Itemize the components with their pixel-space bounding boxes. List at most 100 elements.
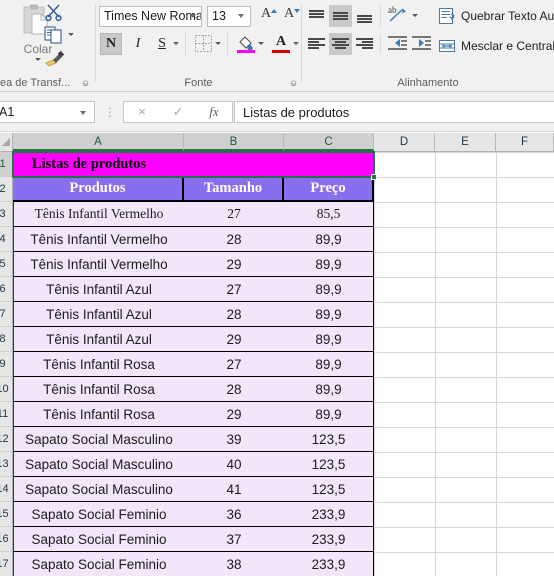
align-left-button[interactable] xyxy=(305,33,328,55)
cell-tamanho-row-14[interactable]: 41 xyxy=(184,477,284,502)
font-size-input[interactable]: 13 xyxy=(207,6,251,27)
row-header-9[interactable]: 9 xyxy=(0,352,13,377)
cell-produto-row-8[interactable]: Tênis Infantil Azul xyxy=(13,327,184,352)
cell-tamanho-row-16[interactable]: 37 xyxy=(184,527,284,552)
select-all-button[interactable] xyxy=(0,133,13,151)
confirm-icon[interactable]: ✓ xyxy=(160,102,196,122)
align-middle-button[interactable] xyxy=(329,5,352,27)
row-header-6[interactable]: 6 xyxy=(0,277,13,302)
row-header-1[interactable]: 1 xyxy=(0,152,13,177)
row-header-3[interactable]: 3 xyxy=(0,202,13,227)
row-header-11[interactable]: 11 xyxy=(0,402,13,427)
underline-button[interactable]: S xyxy=(151,33,173,55)
cell-tamanho-row-6[interactable]: 27 xyxy=(184,277,284,302)
cell-preco-row-15[interactable]: 233,9 xyxy=(284,502,374,527)
cell-preco-row-13[interactable]: 123,5 xyxy=(284,452,374,477)
column-header-d[interactable]: D xyxy=(374,133,435,151)
cell-tamanho-row-3[interactable]: 27 xyxy=(184,202,284,227)
chevron-down-icon[interactable] xyxy=(68,33,74,36)
cell-produto-row-6[interactable]: Tênis Infantil Azul xyxy=(13,277,184,302)
font-dialog-launcher[interactable]: ⎉ xyxy=(288,78,299,89)
chevron-down-icon[interactable] xyxy=(412,14,418,17)
cell-produto-row-17[interactable]: Sapato Social Feminio xyxy=(13,552,184,576)
column-header-f[interactable]: F xyxy=(496,133,554,151)
cell-produto-row-10[interactable]: Tênis Infantil Rosa xyxy=(13,377,184,402)
cell-preco-row-9[interactable]: 89,9 xyxy=(284,352,374,377)
cell-produto-row-11[interactable]: Tênis Infantil Rosa xyxy=(13,402,184,427)
row-header-16[interactable]: 16 xyxy=(0,527,13,552)
clipboard-dialog-launcher[interactable]: ⎉ xyxy=(80,78,91,89)
cell-tamanho-row-15[interactable]: 36 xyxy=(184,502,284,527)
cell-produto-row-4[interactable]: Tênis Infantil Vermelho xyxy=(13,227,184,252)
fill-color-button[interactable] xyxy=(235,33,257,55)
row-header-12[interactable]: 12 xyxy=(0,427,13,452)
cell-tamanho-row-9[interactable]: 27 xyxy=(184,352,284,377)
chevron-down-icon[interactable] xyxy=(35,58,41,61)
row-header-7[interactable]: 7 xyxy=(0,302,13,327)
cell-tamanho-row-10[interactable]: 28 xyxy=(184,377,284,402)
chevron-down-icon[interactable] xyxy=(190,14,196,18)
cell-preco-row-3[interactable]: 85,5 xyxy=(284,202,374,227)
cancel-icon[interactable]: × xyxy=(124,102,160,122)
cell-produto-row-9[interactable]: Tênis Infantil Rosa xyxy=(13,352,184,377)
cell-preco-row-11[interactable]: 89,9 xyxy=(284,402,374,427)
row-header-13[interactable]: 13 xyxy=(0,452,13,477)
row-header-17[interactable]: 17 xyxy=(0,552,13,576)
row-header-15[interactable]: 15 xyxy=(0,502,13,527)
cell-preco-row-16[interactable]: 233,9 xyxy=(284,527,374,552)
row-header-5[interactable]: 5 xyxy=(0,252,13,277)
cell-tamanho-row-17[interactable]: 38 xyxy=(184,552,284,576)
row-header-10[interactable]: 10 xyxy=(0,377,13,402)
cell-header-a2[interactable]: Produtos xyxy=(13,177,184,202)
format-painter-icon[interactable] xyxy=(44,50,66,73)
cell-produto-row-12[interactable]: Sapato Social Masculino xyxy=(13,427,184,452)
cell-tamanho-row-7[interactable]: 28 xyxy=(184,302,284,327)
cell-tamanho-row-4[interactable]: 28 xyxy=(184,227,284,252)
cell-produto-row-5[interactable]: Tênis Infantil Vermelho xyxy=(13,252,184,277)
align-top-button[interactable] xyxy=(305,5,328,27)
wrap-text-button[interactable]: Quebrar Texto Auto xyxy=(437,4,554,30)
font-name-input[interactable]: Times New Roma xyxy=(99,6,202,27)
row-header-2[interactable]: 2 xyxy=(0,177,13,202)
cell-preco-row-8[interactable]: 89,9 xyxy=(284,327,374,352)
copy-icon[interactable] xyxy=(44,26,64,49)
cell-tamanho-row-12[interactable]: 39 xyxy=(184,427,284,452)
cell-produto-row-14[interactable]: Sapato Social Masculino xyxy=(13,477,184,502)
cell-preco-row-10[interactable]: 89,9 xyxy=(284,377,374,402)
align-bottom-button[interactable] xyxy=(353,5,376,27)
italic-button[interactable]: I xyxy=(127,33,149,55)
column-header-e[interactable]: E xyxy=(435,133,496,151)
cell-produto-row-15[interactable]: Sapato Social Feminio xyxy=(13,502,184,527)
row-header-14[interactable]: 14 xyxy=(0,477,13,502)
align-right-button[interactable] xyxy=(353,33,376,55)
bold-button[interactable]: N xyxy=(100,33,122,55)
insert-function-icon[interactable]: fx xyxy=(196,102,232,122)
cell-preco-row-17[interactable]: 233,9 xyxy=(284,552,374,576)
chevron-down-icon[interactable] xyxy=(173,42,179,45)
cell-produto-row-13[interactable]: Sapato Social Masculino xyxy=(13,452,184,477)
formula-input[interactable]: Listas de produtos xyxy=(234,101,554,123)
cell-preco-row-12[interactable]: 123,5 xyxy=(284,427,374,452)
column-header-a[interactable]: A xyxy=(13,133,184,151)
column-header-c[interactable]: C xyxy=(284,133,374,151)
cell-produto-row-3[interactable]: Tênis Infantil Vermelho xyxy=(13,202,184,227)
chevron-down-icon[interactable] xyxy=(215,42,221,45)
cell-preco-row-14[interactable]: 123,5 xyxy=(284,477,374,502)
chevron-down-icon[interactable] xyxy=(258,42,264,45)
cell-header-c2[interactable]: Preço xyxy=(284,177,374,202)
row-header-8[interactable]: 8 xyxy=(0,327,13,352)
column-header-b[interactable]: B xyxy=(184,133,284,151)
cell-a1-title[interactable]: Listas de produtos xyxy=(13,152,374,177)
cell-preco-row-7[interactable]: 89,9 xyxy=(284,302,374,327)
merge-center-button[interactable]: Mesclar e Centraliz xyxy=(437,34,554,60)
borders-button[interactable] xyxy=(192,33,214,55)
cell-preco-row-5[interactable]: 89,9 xyxy=(284,252,374,277)
row-header-4[interactable]: 4 xyxy=(0,227,13,252)
cell-header-b2[interactable]: Tamanho xyxy=(184,177,284,202)
scissors-icon[interactable] xyxy=(44,2,64,27)
cell-tamanho-row-8[interactable]: 29 xyxy=(184,327,284,352)
chevron-down-icon[interactable] xyxy=(80,111,86,115)
cell-preco-row-6[interactable]: 89,9 xyxy=(284,277,374,302)
cell-produto-row-16[interactable]: Sapato Social Feminio xyxy=(13,527,184,552)
font-color-button[interactable]: A xyxy=(270,33,292,55)
